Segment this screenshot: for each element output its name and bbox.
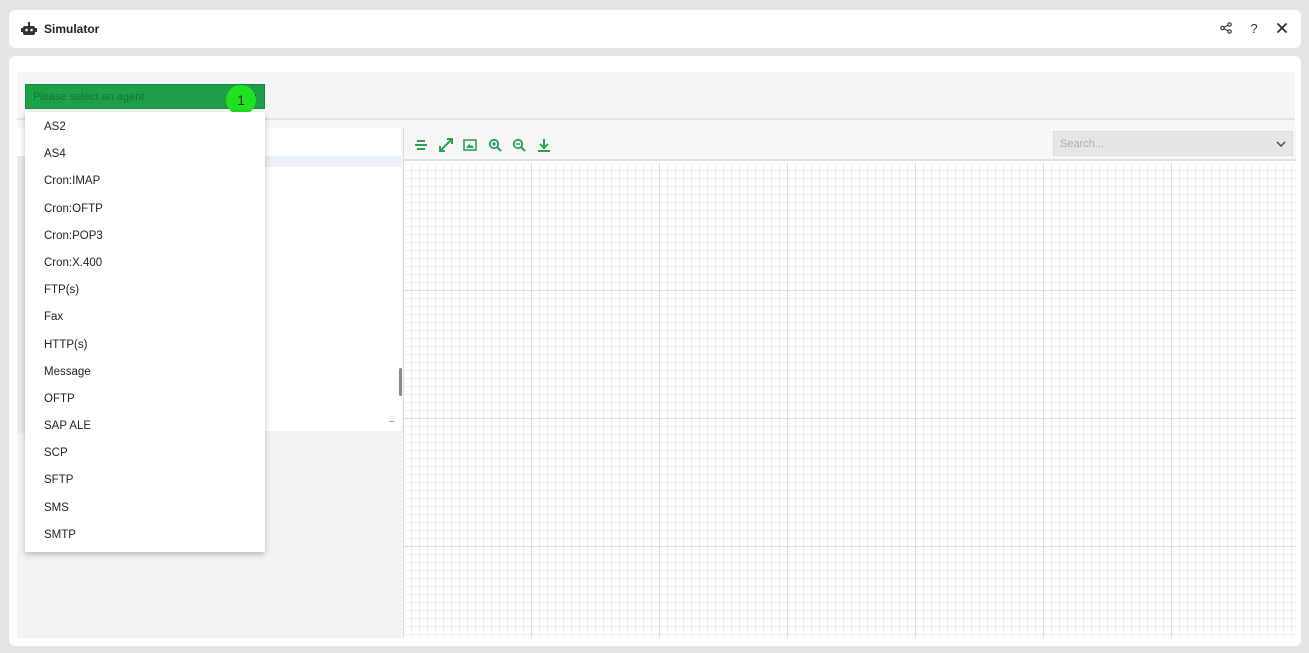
step-badge: 1	[226, 85, 256, 115]
help-icon[interactable]: ?	[1245, 19, 1263, 37]
image-icon[interactable]	[461, 136, 479, 154]
agent-option[interactable]: SMTP	[25, 522, 265, 549]
chevron-down-icon[interactable]	[1270, 141, 1292, 147]
share-icon[interactable]	[1217, 19, 1235, 37]
agent-option[interactable]: Fax	[25, 304, 265, 331]
download-icon[interactable]	[535, 136, 553, 154]
tree-gutter	[17, 156, 25, 434]
title-bar: Simulator ?	[9, 10, 1301, 48]
agent-option[interactable]: FTP(s)	[25, 277, 265, 304]
agent-option[interactable]: Cron:X.400	[25, 250, 265, 277]
zoom-in-icon[interactable]	[486, 136, 504, 154]
agent-select-placeholder: Please select an agent	[33, 90, 145, 103]
agent-option[interactable]: SFTP	[25, 467, 265, 494]
agent-option[interactable]: SCP	[25, 440, 265, 467]
text-cursor	[32, 90, 33, 104]
search-placeholder: Search...	[1060, 137, 1105, 150]
robot-icon	[21, 21, 37, 36]
canvas-toolbar: Search...	[404, 128, 1296, 161]
search-select[interactable]: Search...	[1053, 131, 1293, 156]
agent-option[interactable]: HTTP(s)	[25, 332, 265, 359]
align-icon[interactable]	[412, 136, 430, 154]
agent-option[interactable]: Message	[25, 359, 265, 386]
agent-option[interactable]: SAP ALE	[25, 413, 265, 440]
agent-option[interactable]: AS2	[25, 114, 265, 141]
agent-option[interactable]: Cron:IMAP	[25, 168, 265, 195]
agent-option[interactable]: Cron:OFTP	[25, 196, 265, 223]
close-icon[interactable]	[1273, 19, 1291, 37]
agent-option[interactable]: AS4	[25, 141, 265, 168]
collapse-icon[interactable]: –	[389, 416, 395, 427]
fit-to-screen-icon[interactable]	[437, 136, 455, 154]
agent-select[interactable]: Please select an agent 1	[25, 84, 265, 115]
agent-dropdown-list: AS2 AS4 Cron:IMAP Cron:OFTP Cron:POP3 Cr…	[25, 112, 265, 552]
window-title: Simulator	[44, 22, 100, 36]
zoom-out-icon[interactable]	[510, 136, 528, 154]
agent-option[interactable]: SMS	[25, 495, 265, 522]
agent-option[interactable]: OFTP	[25, 386, 265, 413]
diagram-canvas[interactable]	[404, 163, 1296, 638]
agent-option[interactable]: Cron:POP3	[25, 223, 265, 250]
tree-scrollbar[interactable]	[399, 368, 402, 396]
canvas-panel: Search...	[403, 128, 1296, 638]
